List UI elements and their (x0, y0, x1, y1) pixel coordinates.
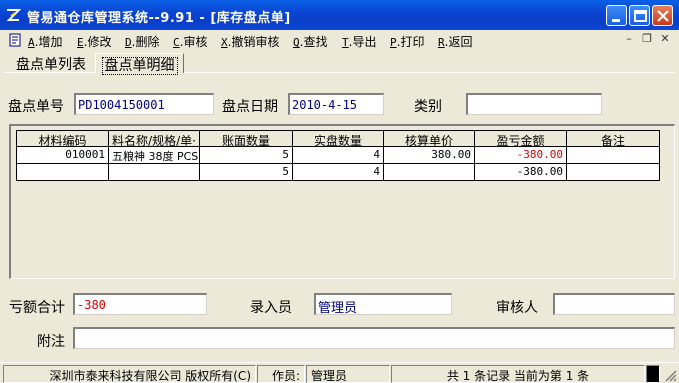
cell-profit-loss: -380.00 (475, 164, 567, 181)
app-icon (6, 9, 21, 21)
status-operator-label: 作员: (257, 365, 305, 383)
status-bar: 深圳市泰来科技有限公司 版权所有(C) 作员: 管理员 共 1 条记录 当前为第… (0, 362, 679, 383)
category-label: 类别 (414, 99, 442, 115)
cell-material-code[interactable]: 010001 (16, 147, 109, 164)
resize-grip-icon[interactable] (664, 369, 677, 382)
cell-actual-qty[interactable]: 4 (293, 147, 384, 164)
order-no-field[interactable]: PD1004150001 (74, 93, 214, 115)
close-icon (657, 10, 669, 22)
menu-delete[interactable]: D.删除 (125, 33, 159, 50)
menu-search[interactable]: Q.查找 (293, 33, 327, 50)
status-indicator (646, 365, 660, 383)
category-field[interactable] (466, 93, 602, 115)
window-title: 管易通仓库管理系统--9.91 - [库存盘点单] (27, 11, 291, 26)
note-label: 附注 (37, 334, 65, 350)
grid-header: 材料编码 料名称/规格/单· 账面数量 实盘数量 核算单价 盈亏金额 备注 (16, 130, 660, 147)
cell-unit-price (384, 164, 475, 181)
order-no-label: 盘点单号 (8, 99, 64, 115)
menu-review[interactable]: C.审核 (173, 33, 207, 50)
col-book-qty[interactable]: 账面数量 (200, 130, 293, 147)
cell-book-qty: 5 (200, 164, 293, 181)
status-operator-value: 管理员 (306, 365, 390, 383)
menu-export[interactable]: T.导出 (342, 33, 376, 50)
maximize-icon (634, 10, 647, 22)
col-material-code[interactable]: 材料编码 (16, 130, 109, 147)
table-total-row: 5 4 -380.00 (16, 164, 660, 181)
status-company: 深圳市泰来科技有限公司 版权所有(C) (3, 365, 256, 383)
status-record-info: 共 1 条记录 当前为第 1 条 (391, 365, 645, 383)
tab-detail-label: 盘点单明细 (101, 57, 178, 75)
cell-book-qty[interactable]: 5 (200, 147, 293, 164)
col-name-spec[interactable]: 料名称/规格/单· (109, 130, 200, 147)
tab-list[interactable]: 盘点单列表 (8, 53, 94, 73)
title-bar[interactable]: 管易通仓库管理系统--9.91 - [库存盘点单] (0, 0, 679, 30)
col-profit-loss[interactable]: 盈亏金额 (475, 130, 567, 147)
maximize-button[interactable] (629, 5, 650, 26)
cell-actual-qty: 4 (293, 164, 384, 181)
minimize-button[interactable] (606, 5, 627, 26)
loss-total-label: 亏额合计 (9, 300, 65, 316)
cell-profit-loss[interactable]: -380.00 (475, 147, 567, 164)
cell-remark[interactable] (567, 147, 660, 164)
entry-clerk-label: 录入员 (250, 300, 292, 316)
tab-detail[interactable]: 盘点单明细 (95, 53, 184, 75)
menu-print[interactable]: P.打印 (390, 33, 424, 50)
reviewer-label: 审核人 (496, 300, 538, 316)
mdi-close-icon[interactable]: ✕ (658, 32, 672, 46)
date-label: 盘点日期 (222, 99, 278, 115)
menu-add[interactable]: A.增加 (28, 33, 62, 50)
cell-name-spec[interactable]: 五粮神 38度 PCS (109, 147, 200, 164)
entry-clerk-field[interactable]: 管理员 (314, 293, 452, 315)
cell-remark (567, 164, 660, 181)
menu-return[interactable]: R.返回 (438, 33, 472, 50)
menu-cancel-review[interactable]: X.撤销审核 (221, 33, 279, 50)
minimize-icon (612, 19, 620, 22)
col-remark[interactable]: 备注 (567, 130, 660, 147)
col-unit-price[interactable]: 核算单价 (384, 130, 475, 147)
col-actual-qty[interactable]: 实盘数量 (293, 130, 384, 147)
table-row[interactable]: 010001 五粮神 38度 PCS 5 4 380.00 -380.00 (16, 147, 660, 164)
loss-total-field[interactable]: -380 (73, 293, 207, 315)
document-icon (9, 33, 21, 47)
cell-unit-price[interactable]: 380.00 (384, 147, 475, 164)
mdi-restore-icon[interactable]: ❐ (640, 32, 654, 46)
menu-edit[interactable]: E.修改 (77, 33, 111, 50)
cell-name-spec (109, 164, 200, 181)
cell-material-code (16, 164, 109, 181)
note-field[interactable] (73, 327, 675, 349)
close-button[interactable] (652, 5, 673, 26)
reviewer-field[interactable] (553, 293, 675, 315)
mdi-minimize-icon[interactable]: – (622, 32, 636, 46)
menu-bar: A.增加 E.修改 D.删除 C.审核 X.撤销审核 Q.查找 T.导出 P.打… (0, 30, 679, 50)
detail-grid[interactable]: 材料编码 料名称/规格/单· 账面数量 实盘数量 核算单价 盈亏金额 备注 01… (9, 124, 675, 279)
date-field[interactable]: 2010-4-15 (288, 93, 384, 115)
